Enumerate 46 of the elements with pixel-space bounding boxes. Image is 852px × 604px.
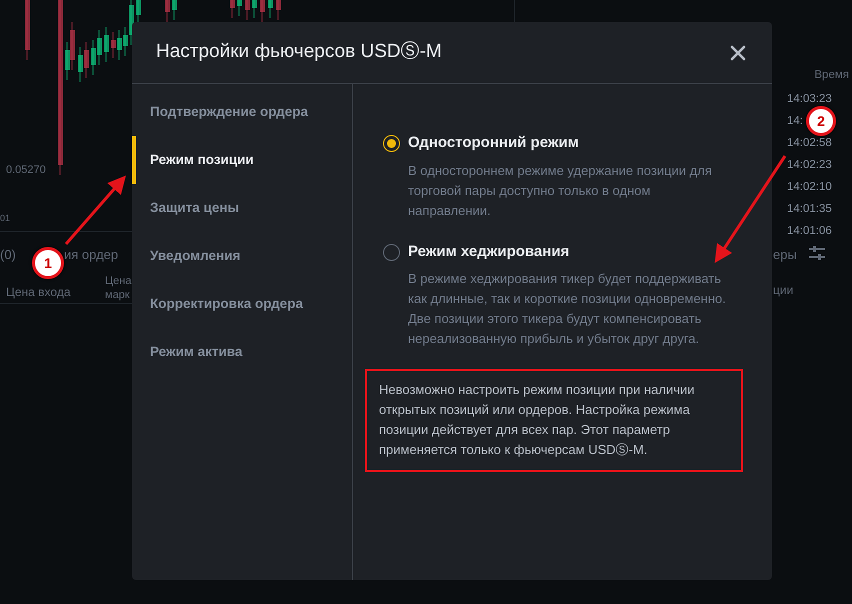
- time-cell-text: 14:02:23: [787, 158, 832, 173]
- candle: [245, 0, 250, 20]
- tab-label[interactable]: еры: [773, 245, 797, 264]
- candle: [230, 0, 235, 18]
- radio-button[interactable]: [383, 135, 400, 152]
- time-cell-text: 14:02:58: [787, 136, 832, 151]
- sidebar-item[interactable]: Подтверждение ордера: [132, 88, 352, 136]
- close-icon[interactable]: [730, 44, 746, 60]
- column-header: Время: [814, 68, 849, 83]
- candle: [252, 0, 257, 18]
- sidebar-item[interactable]: Режим позиции: [132, 136, 352, 184]
- tab-count[interactable]: (0): [0, 245, 16, 264]
- candle: [237, 0, 242, 16]
- candle: [165, 0, 170, 22]
- option-title: Режим хеджирования: [408, 242, 570, 262]
- candle: [104, 26, 109, 62]
- price-label: 0.05270: [6, 163, 46, 178]
- candle: [268, 0, 273, 18]
- time-cell-text: 14:02:10: [787, 180, 832, 195]
- candle: [25, 0, 30, 60]
- sidebar-item[interactable]: Уведомления: [132, 232, 352, 280]
- candle: [172, 0, 177, 20]
- option-title: Односторонний режим: [408, 133, 580, 153]
- axis-label: 01: [0, 212, 10, 225]
- column-header: Цена марк: [105, 274, 132, 302]
- column-header: Цена входа: [6, 284, 71, 301]
- candle: [276, 0, 281, 20]
- candle: [260, 0, 265, 22]
- time-cell-text: 14:01:35: [787, 202, 832, 217]
- annotation-arrow: [64, 175, 126, 245]
- option-description: В одностороннем режиме удержание позиции для торговой пары доступно только в одном направлении.: [408, 162, 713, 220]
- warning-notice: Невозможно настроить режим позиции при наличии открытых позиций или ордеров. Настройка режима позиции действует для всех пар. Этот параметр применяется только к фьючерсам USDⓈ-M.: [365, 369, 743, 472]
- column-header: ции: [773, 282, 794, 299]
- sidebar-item[interactable]: Защита цены: [132, 184, 352, 232]
- time-cell-text: 14:: [787, 114, 803, 129]
- time-cell-text: 14:01:06: [787, 224, 832, 239]
- radio-button[interactable]: [383, 244, 400, 260]
- sidebar-item[interactable]: Корректировка ордера: [132, 280, 352, 328]
- time-cell-text: 14:03:23: [787, 92, 832, 107]
- tab-label[interactable]: ия ордер: [64, 245, 118, 264]
- sidebar-item[interactable]: Режим актива: [132, 328, 352, 376]
- annotation-marker: 1: [32, 247, 64, 279]
- annotation-marker: 2: [806, 106, 836, 136]
- modal-title: Настройки фьючерсов USDⓈ-M: [156, 40, 442, 64]
- filter-icon[interactable]: [808, 245, 826, 261]
- option-description: В режиме хеджирования тикер будет поддерживать как длинные, так и короткие позиции одновременно. Две позиции этого тикера будут компенсировать нереализованную прибыль и убыток друг друга.: [408, 270, 727, 348]
